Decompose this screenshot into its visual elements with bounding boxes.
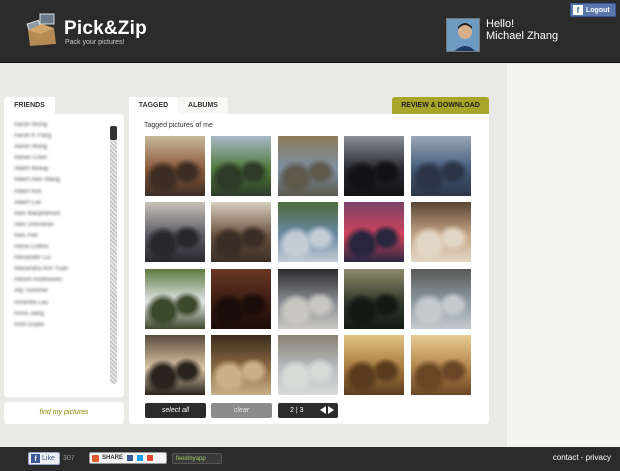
- friend-list-item[interactable]: Alexa Collins: [14, 244, 102, 255]
- twitter-mini-icon: [137, 455, 144, 461]
- app-header: Pick&Zip Pack your pictures! f Logout He…: [0, 0, 620, 63]
- photo-dinner-table[interactable]: [211, 335, 271, 395]
- photo-indoor-group[interactable]: [145, 202, 205, 262]
- photo-outdoor-night[interactable]: [344, 269, 404, 329]
- photo-restaurant-meal[interactable]: [411, 335, 471, 395]
- friend-list-item[interactable]: Adrian Chen: [14, 155, 102, 166]
- photo-beach-kite[interactable]: [278, 335, 338, 395]
- photo-beach-sunset[interactable]: [145, 335, 205, 395]
- friend-list-item[interactable]: Aaron K Pang: [14, 133, 102, 144]
- share-button[interactable]: SHARE: [89, 452, 167, 464]
- photo-sunset-city[interactable]: [344, 202, 404, 262]
- chevron-right-icon[interactable]: [328, 406, 334, 414]
- friend-list-item[interactable]: Albert Luk: [14, 200, 102, 211]
- friend-list-item[interactable]: Alex Ostrowski: [14, 222, 102, 233]
- friend-list-item[interactable]: Alex Macpherson: [14, 211, 102, 222]
- bookmark-mini-icon: [147, 455, 154, 461]
- photo-room-cake[interactable]: [211, 202, 271, 262]
- photo-dark-blur[interactable]: [211, 269, 271, 329]
- share-label: SHARE: [102, 455, 124, 461]
- avatar: [446, 18, 480, 52]
- friends-scrollbar-track[interactable]: [110, 126, 117, 384]
- logout-label: Logout: [586, 6, 610, 14]
- share-icon: [92, 454, 99, 462]
- user-name: Michael Zhang: [486, 30, 559, 42]
- friend-list-item[interactable]: Albert Alex Wang: [14, 177, 102, 188]
- pager-label: 2 | 3: [290, 407, 304, 414]
- friend-list-item[interactable]: Alexander Liu: [14, 255, 102, 266]
- photo-field-crowd[interactable]: [278, 136, 338, 196]
- logo-tagline: Pack your pictures!: [65, 39, 125, 46]
- photo-street-group[interactable]: [278, 202, 338, 262]
- photo-restaurant-group[interactable]: [344, 335, 404, 395]
- like-label: Like: [42, 455, 55, 462]
- box-logo-icon: [26, 13, 56, 46]
- page-background-strip: [507, 64, 620, 447]
- pager: 2 | 3: [278, 403, 338, 418]
- photo-gym-group[interactable]: [145, 136, 205, 196]
- logo-title: Pick&Zip: [64, 18, 147, 39]
- friend-list-item[interactable]: Amit Gupta: [14, 322, 102, 333]
- footer-links[interactable]: contact - privacy: [553, 453, 611, 462]
- select-all-button[interactable]: select all: [145, 403, 206, 418]
- facebook-like-button[interactable]: f Like: [28, 452, 60, 465]
- section-title: Tagged pictures of me: [144, 122, 213, 129]
- friend-list-item[interactable]: Aaron Wong: [14, 122, 102, 133]
- photo-pier-portrait[interactable]: [411, 269, 471, 329]
- tab-friends[interactable]: FRIENDS: [4, 97, 55, 114]
- facebook-icon: f: [573, 5, 583, 15]
- photo-big-group[interactable]: [411, 136, 471, 196]
- friend-list-item[interactable]: Alex Pan: [14, 233, 102, 244]
- friend-list-item[interactable]: Ally Sommer: [14, 288, 102, 299]
- facebook-mini-icon: [127, 455, 134, 461]
- facebook-icon: f: [31, 454, 40, 463]
- user-portrait-icon: [447, 19, 479, 51]
- photo-selfie-group[interactable]: [411, 202, 471, 262]
- photo-standing-group[interactable]: [278, 269, 338, 329]
- facebook-logout-button[interactable]: f Logout: [570, 3, 616, 17]
- review-download-button[interactable]: REVIEW & DOWNLOAD: [392, 97, 489, 114]
- tab-albums[interactable]: ALBUMS: [178, 97, 228, 114]
- clear-button[interactable]: clear: [211, 403, 272, 418]
- photo-silhouette-jump[interactable]: [344, 136, 404, 196]
- friend-list-item[interactable]: Anna Jiang: [14, 311, 102, 322]
- friends-panel: Aaron Wong Aaron K Pang Aaron Wang Adrian C…: [4, 114, 124, 397]
- friend-list-item[interactable]: Albert Mckay: [14, 166, 102, 177]
- friend-list-item[interactable]: Albert Kim: [14, 189, 102, 200]
- tagged-photos-panel: Tagged pictures of me: [129, 114, 489, 424]
- friend-list-item[interactable]: Amanda Lau: [14, 300, 102, 311]
- user-greeting: Hello! Michael Zhang: [486, 18, 558, 42]
- photo-soccer-field[interactable]: [145, 269, 205, 329]
- friends-list: Aaron Wong Aaron K Pang Aaron Wang Adrian C…: [14, 122, 102, 333]
- photo-lawn-group[interactable]: [211, 136, 271, 196]
- feedmyapp-badge[interactable]: feedmyapp: [172, 453, 222, 464]
- friend-list-item[interactable]: Alexandra Ann Yuan: [14, 266, 102, 277]
- find-my-pictures-button[interactable]: find my pictures: [4, 402, 124, 424]
- friend-list-item[interactable]: Allison Andreasen: [14, 277, 102, 288]
- chevron-left-icon[interactable]: [320, 406, 326, 414]
- tab-tagged[interactable]: TAGGED: [129, 97, 178, 114]
- greeting-text: Hello!: [486, 18, 515, 30]
- friends-scrollbar-thumb[interactable]: [110, 126, 117, 140]
- friend-list-item[interactable]: Aaron Wang: [14, 144, 102, 155]
- like-count: 307: [63, 455, 75, 462]
